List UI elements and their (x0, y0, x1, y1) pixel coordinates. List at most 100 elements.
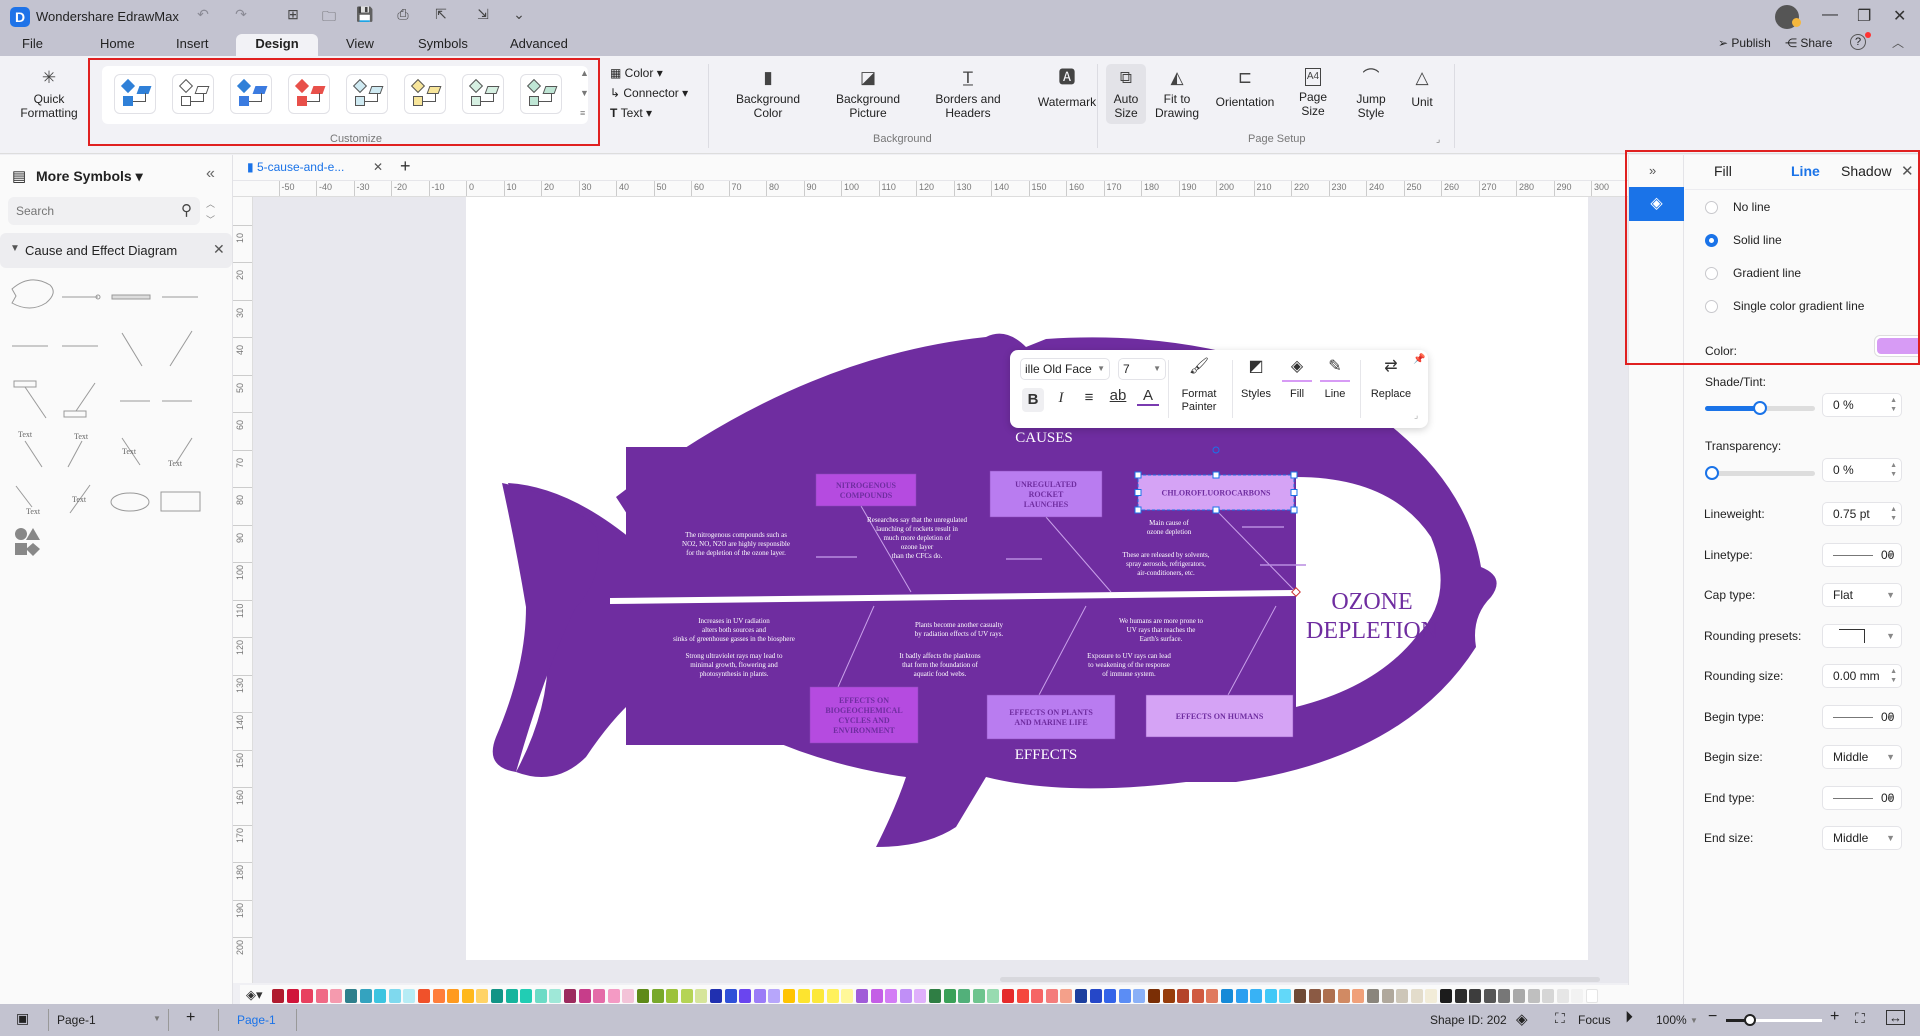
undo-icon-button[interactable]: ↶ (192, 6, 214, 23)
borders-and-headers-button[interactable]: T̲ Borders and Headers (926, 68, 1010, 120)
theme-style-7[interactable] (462, 74, 504, 114)
resize-handle[interactable] (1290, 471, 1298, 479)
color-swatch[interactable] (651, 989, 664, 1003)
gallery-scroll-up[interactable]: ▲ (580, 68, 589, 78)
expand-panel-button[interactable]: » (1649, 163, 1656, 178)
effect-box[interactable] (986, 694, 1116, 740)
resize-handle[interactable] (1134, 489, 1142, 496)
resize-corner-icon[interactable]: ⌟ (1414, 410, 1418, 421)
property-lineweight-field[interactable]: 0.75 pt ▲ ▼ (1822, 502, 1902, 526)
theme-style-6[interactable] (404, 74, 446, 114)
transparency-slider[interactable] (1705, 466, 1815, 480)
radio-solid-line[interactable] (1705, 234, 1718, 247)
menu-tab-home[interactable]: Home (100, 34, 135, 56)
color-swatch[interactable] (1556, 989, 1569, 1003)
color-swatch[interactable] (1352, 989, 1365, 1003)
print-icon-button[interactable]: ⎙ (392, 6, 414, 23)
color-swatch[interactable] (578, 989, 591, 1003)
collapse-ribbon-button[interactable]: ︿ (1892, 34, 1904, 51)
color-swatch[interactable] (1133, 989, 1146, 1003)
color-swatch[interactable] (549, 989, 562, 1003)
color-swatch[interactable] (768, 989, 781, 1003)
bold-button[interactable]: B (1022, 388, 1044, 412)
close-tab-button[interactable]: ✕ (373, 160, 383, 174)
line-color-picker[interactable] (1874, 335, 1920, 357)
quick-formatting-button[interactable]: ✳ Quick Formatting (14, 68, 84, 120)
color-swatch[interactable] (972, 989, 985, 1003)
color-swatch[interactable] (943, 989, 956, 1003)
background-picture-button[interactable]: ◪ Background Picture (826, 68, 910, 120)
connector-menu-button[interactable]: ↳ Connector ▾ (610, 86, 688, 100)
tab-line[interactable]: Line (1791, 163, 1820, 179)
color-swatch[interactable] (1162, 989, 1175, 1003)
replace-button[interactable]: ⇄ Replace (1366, 359, 1416, 401)
color-swatch[interactable] (1221, 989, 1233, 1003)
color-swatch[interactable] (1396, 989, 1409, 1003)
color-swatch[interactable] (301, 989, 314, 1003)
redo-icon-button[interactable]: ↷ (230, 6, 252, 23)
color-swatch[interactable] (695, 989, 708, 1003)
property-cap-type-field[interactable]: Flat ▼ (1822, 583, 1902, 607)
share-button[interactable]: ⋲ Share (1785, 36, 1832, 50)
color-swatch[interactable] (447, 989, 460, 1003)
jump-style-button[interactable]: ⌒ Jump Style (1346, 64, 1396, 124)
color-swatch[interactable] (710, 989, 722, 1003)
search-input[interactable] (8, 197, 158, 225)
property-end-size-field[interactable]: Middle ▼ (1822, 826, 1902, 850)
property-rounding-presets-field[interactable]: ▼ (1822, 623, 1902, 648)
color-swatch[interactable] (1104, 989, 1117, 1003)
color-swatch[interactable] (1498, 989, 1511, 1003)
menu-tab-design[interactable]: Design (236, 34, 318, 56)
close-library-button[interactable]: ✕ (213, 241, 225, 258)
color-swatch[interactable] (520, 989, 533, 1003)
color-swatch[interactable] (666, 989, 679, 1003)
line-button[interactable]: ✎ Line (1320, 359, 1350, 401)
color-swatch[interactable] (958, 989, 971, 1003)
save-icon-button[interactable]: 💾 (354, 6, 376, 23)
color-swatch[interactable] (461, 989, 474, 1003)
fishbone-diagram[interactable]: CAUSES EFFECTS OZONE DEPLETION NITROGENOUSCO… (466, 197, 1588, 960)
color-swatch[interactable] (1279, 989, 1292, 1003)
fit-width-icon[interactable]: ↔ (1886, 1010, 1905, 1025)
transparency-input[interactable]: 0 % ▲ ▼ (1822, 458, 1902, 482)
color-swatch[interactable] (330, 989, 343, 1003)
property-linetype-field[interactable]: 00 ▼ (1822, 542, 1902, 567)
color-swatch[interactable] (870, 989, 883, 1003)
fit-page-icon[interactable]: ⛶ (1855, 1010, 1865, 1027)
menu-tab-insert[interactable]: Insert (176, 34, 209, 56)
new-tab-button[interactable]: + (400, 156, 411, 177)
menu-tab-advanced[interactable]: Advanced (510, 34, 568, 56)
library-header[interactable]: ▼ Cause and Effect Diagram ✕ (0, 233, 232, 268)
color-menu-button[interactable]: ▦ Color ▾ (610, 66, 663, 80)
radio-gradient-line[interactable] (1705, 267, 1718, 280)
color-swatch[interactable] (1060, 989, 1073, 1003)
color-swatch[interactable] (1264, 989, 1277, 1003)
tab-fill[interactable]: Fill (1714, 163, 1732, 179)
collapse-panel-button[interactable]: « (206, 165, 215, 183)
color-swatch[interactable] (1410, 989, 1423, 1003)
color-swatch[interactable] (593, 989, 606, 1003)
color-swatch[interactable] (1177, 989, 1190, 1003)
open-icon-button[interactable]: 🗀 (318, 6, 340, 30)
color-swatch[interactable] (929, 989, 941, 1003)
scroll-up-button[interactable]: ︿ (206, 197, 215, 210)
color-swatch[interactable] (1206, 989, 1219, 1003)
color-swatch[interactable] (1367, 989, 1379, 1003)
property-rounding-size-field[interactable]: 0.00 mm ▲ ▼ (1822, 664, 1902, 688)
page-panel-toggle-icon[interactable]: ▣ (16, 1010, 29, 1027)
color-swatch[interactable] (812, 989, 825, 1003)
resize-handle[interactable] (1290, 506, 1298, 514)
theme-style-8[interactable] (520, 74, 562, 114)
background-color-button[interactable]: ▮ Background Color (726, 68, 810, 120)
color-swatch[interactable] (1294, 989, 1306, 1003)
styles-button[interactable]: ◩ Styles (1236, 359, 1276, 401)
search-icon[interactable]: ⚲ (181, 201, 192, 219)
page-selector[interactable]: Page-1 ▼ (48, 1009, 168, 1031)
document-tab[interactable]: ▮ 5-cause-and-e... (247, 160, 344, 174)
color-swatch[interactable] (739, 989, 752, 1003)
focus-label[interactable]: Focus (1578, 1013, 1611, 1027)
color-swatch[interactable] (1483, 989, 1496, 1003)
color-swatch[interactable] (1031, 989, 1044, 1003)
property-begin-size-field[interactable]: Middle ▼ (1822, 745, 1902, 769)
fit-to-drawing-button[interactable]: ◭ Fit to Drawing (1152, 64, 1202, 124)
